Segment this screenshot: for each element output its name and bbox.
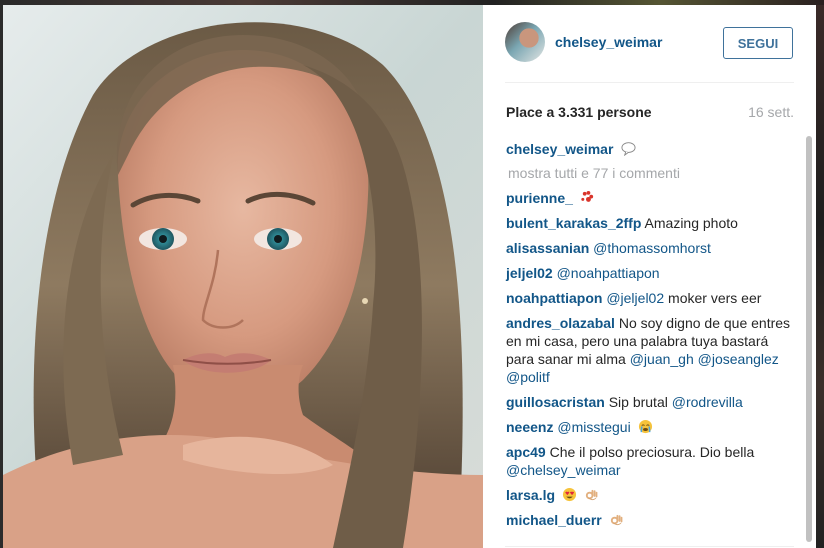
caption-username[interactable]: chelsey_weimar <box>506 141 613 157</box>
show-all-comments-link[interactable]: mostra tutti e 77 i commenti <box>508 165 680 181</box>
comment-username[interactable]: michael_duerr <box>506 512 602 528</box>
crying-face-icon <box>638 419 652 434</box>
comment-mention[interactable]: @juan_gh <box>630 351 694 367</box>
comment-username[interactable]: larsa.lg <box>506 487 555 503</box>
comments-scrollbar[interactable] <box>806 136 812 542</box>
comment-item: michael_duerr <box>506 511 796 529</box>
comment-username[interactable]: andres_olazabal <box>506 315 615 331</box>
comment-username[interactable]: neeenz <box>506 419 553 435</box>
caption: chelsey_weimar <box>506 140 796 158</box>
comment-text: Sip brutal <box>608 394 668 410</box>
comment-item: larsa.lg <box>506 486 796 504</box>
comments-list: chelsey_weimar mostra tutti e 77 i comme… <box>506 140 796 536</box>
comment-text: Che il polso preciosura. Dio bella <box>549 444 755 460</box>
comment-item: andres_olazabal No soy digno de que entr… <box>506 314 796 386</box>
comment-item: neeenz @misstegui <box>506 418 796 436</box>
likes-count[interactable]: Place a 3.331 persone <box>506 104 652 120</box>
follow-button[interactable]: SEGUI <box>723 27 793 59</box>
portrait-illustration <box>3 5 483 548</box>
heart-eyes-icon <box>562 487 576 502</box>
comment-item: apc49 Che il polso preciosura. Dio bella… <box>506 443 796 479</box>
comment-mention[interactable]: @jeljel02 <box>606 290 664 306</box>
comment-username[interactable]: bulent_karakas_2ffp <box>506 215 641 231</box>
comment-item: noahpattiapon @jeljel02 moker vers eer <box>506 289 796 307</box>
speech-bubble-icon <box>621 142 636 156</box>
show-all-comments[interactable]: mostra tutti e 77 i commenti <box>506 164 796 182</box>
comment-mention[interactable]: @politf <box>506 369 550 385</box>
comment-username[interactable]: guillosacristan <box>506 394 605 410</box>
comment-item: guillosacristan Sip brutal @rodrevilla <box>506 393 796 411</box>
comment-mention[interactable]: @misstegui <box>557 419 630 435</box>
comment-mention[interactable]: @joseanglez <box>698 351 779 367</box>
comment-username[interactable]: purienne_ <box>506 190 573 206</box>
ok-hand-icon <box>610 514 623 526</box>
comment-mention[interactable]: @chelsey_weimar <box>506 462 621 478</box>
post-details-panel: chelsey_weimar SEGUI Place a 3.331 perso… <box>483 5 816 548</box>
comment-item: jeljel02 @noahpattiapon <box>506 264 796 282</box>
comment-mention[interactable]: @noahpattiapon <box>557 265 660 281</box>
comment-mention[interactable]: @thomassomhorst <box>593 240 711 256</box>
divider <box>505 82 794 83</box>
comment-item: purienne_ <box>506 189 796 207</box>
comment-mention[interactable]: @rodrevilla <box>672 394 743 410</box>
divider <box>505 546 794 547</box>
comment-text: Amazing photo <box>644 215 738 231</box>
comment-username[interactable]: jeljel02 <box>506 265 553 281</box>
comment-username[interactable]: apc49 <box>506 444 546 460</box>
avatar[interactable] <box>505 22 545 62</box>
ok-hand-icon <box>585 489 598 501</box>
comment-item: alisassanian @thomassomhorst <box>506 239 796 257</box>
paw-prints-icon <box>581 190 593 202</box>
comment-item: bulent_karakas_2ffp Amazing photo <box>506 214 796 232</box>
post-header: chelsey_weimar SEGUI <box>483 5 816 83</box>
post-photo[interactable] <box>3 5 483 548</box>
comment-username[interactable]: alisassanian <box>506 240 589 256</box>
comment-username[interactable]: noahpattiapon <box>506 290 602 306</box>
author-username[interactable]: chelsey_weimar <box>555 34 662 50</box>
comment-text: moker vers eer <box>668 290 762 306</box>
backdrop-right <box>816 5 824 548</box>
post-time[interactable]: 16 sett. <box>748 104 794 120</box>
